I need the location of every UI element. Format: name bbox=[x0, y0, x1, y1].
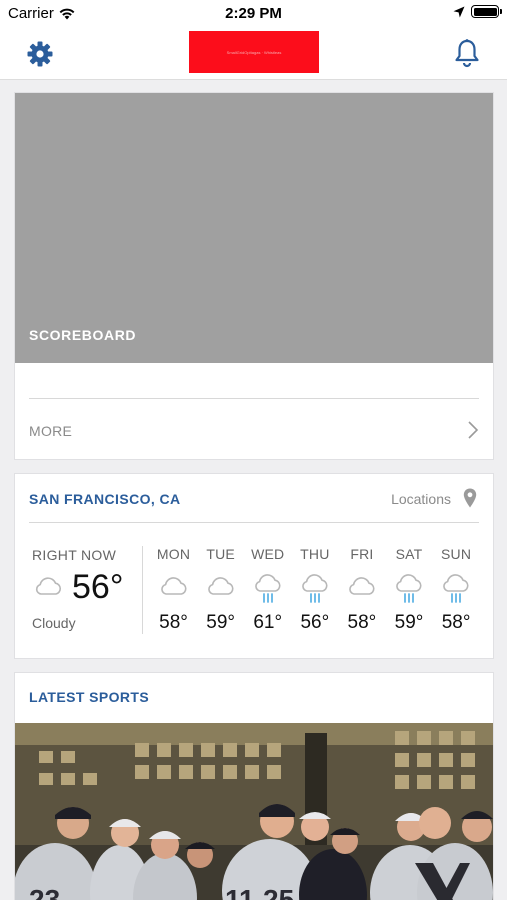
scoreboard-banner[interactable]: SCOREBOARD bbox=[15, 93, 493, 363]
forecast-day-name: FRI bbox=[350, 546, 374, 562]
app-logo[interactable]: SmallGridOpItagas · Whistleas bbox=[189, 31, 319, 73]
latest-sports-title[interactable]: LATEST SPORTS bbox=[29, 689, 149, 705]
forecast-day: WED 61° bbox=[244, 546, 291, 646]
forecast-day: FRI 58° bbox=[338, 546, 385, 646]
chevron-right-icon[interactable] bbox=[467, 420, 479, 440]
forecast-temp: 56° bbox=[300, 612, 330, 633]
rain-icon bbox=[396, 574, 422, 603]
cloud-icon bbox=[349, 577, 375, 595]
forecast-day-name: SUN bbox=[441, 546, 472, 562]
baseball-team-photo: 23 11 25 bbox=[15, 723, 493, 900]
status-bar: Carrier 2:29 PM bbox=[0, 0, 507, 28]
location-pin-icon[interactable] bbox=[463, 488, 477, 508]
cloud-icon bbox=[207, 577, 234, 595]
forecast-day-name: THU bbox=[300, 546, 330, 562]
bell-icon[interactable] bbox=[453, 38, 481, 68]
current-temperature: 56° bbox=[72, 568, 124, 606]
forecast-temp: 58° bbox=[347, 612, 377, 633]
weather-card: SAN FRANCISCO, CA Locations RIGHT NOW 56… bbox=[14, 473, 494, 659]
divider bbox=[29, 522, 479, 523]
weather-city[interactable]: SAN FRANCISCO, CA bbox=[29, 491, 180, 507]
more-link[interactable]: MORE bbox=[29, 423, 72, 439]
clock: 2:29 PM bbox=[225, 5, 282, 22]
forecast-day: TUE 59° bbox=[197, 546, 244, 646]
forecast-temp: 59° bbox=[394, 612, 424, 633]
forecast-day-name: WED bbox=[251, 546, 285, 562]
latest-sports-card: LATEST SPORTS 23 11 25 bbox=[14, 672, 494, 900]
divider bbox=[29, 398, 479, 399]
svg-text:11: 11 bbox=[225, 884, 255, 900]
vertical-divider bbox=[142, 546, 143, 634]
status-right bbox=[453, 5, 502, 18]
cloud-icon bbox=[160, 577, 187, 595]
right-now-label: RIGHT NOW bbox=[32, 547, 117, 563]
forecast-day-name: TUE bbox=[206, 546, 235, 562]
forecast-temp: 59° bbox=[206, 612, 235, 633]
current-condition: Cloudy bbox=[32, 615, 76, 631]
rain-icon bbox=[254, 574, 281, 603]
forecast-day-name: SAT bbox=[395, 546, 423, 562]
rain-icon bbox=[443, 574, 469, 603]
forecast-day: THU 56° bbox=[291, 546, 338, 646]
forecast-temp: 58° bbox=[159, 612, 188, 633]
gear-icon[interactable] bbox=[26, 40, 54, 68]
forecast-temp: 61° bbox=[253, 612, 283, 633]
cloud-icon bbox=[35, 577, 62, 595]
locations-button[interactable]: Locations bbox=[391, 491, 451, 507]
forecast-day-name: MON bbox=[156, 546, 191, 562]
scoreboard-card: SCOREBOARD MORE bbox=[14, 92, 494, 460]
forecast-row: MON 58° TUE 59° WED 61° THU 56° FRI 58° … bbox=[150, 546, 480, 646]
rain-icon bbox=[301, 574, 328, 603]
nav-bar: SmallGridOpItagas · Whistleas bbox=[0, 28, 507, 80]
location-arrow-icon bbox=[453, 6, 465, 17]
sports-photo[interactable]: 23 11 25 bbox=[15, 723, 493, 900]
forecast-day: MON 58° bbox=[150, 546, 197, 646]
forecast-day: SAT 59° bbox=[385, 546, 432, 646]
forecast-temp: 58° bbox=[441, 612, 471, 633]
scoreboard-label: SCOREBOARD bbox=[29, 327, 137, 343]
app-logo-text: SmallGridOpItagas · Whistleas bbox=[226, 49, 282, 55]
forecast-day: SUN 58° bbox=[433, 546, 480, 646]
svg-text:23: 23 bbox=[29, 884, 60, 900]
svg-text:25: 25 bbox=[263, 884, 294, 900]
battery-icon bbox=[471, 5, 502, 18]
